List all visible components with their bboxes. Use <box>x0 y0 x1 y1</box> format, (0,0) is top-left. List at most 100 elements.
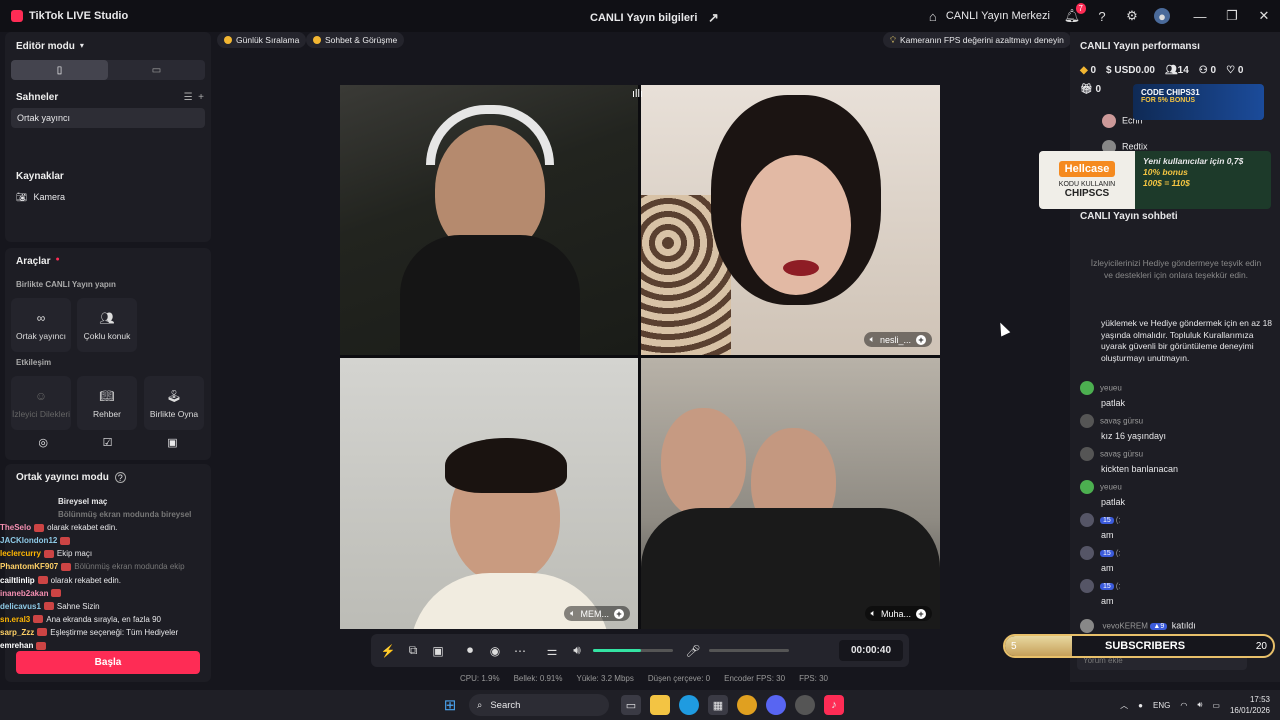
multiguest-tool[interactable]: 👥︎ Çoklu konuk <box>77 298 137 352</box>
wifi-icon[interactable]: ◠ <box>1180 701 1187 710</box>
maximize-button[interactable]: ❐ <box>1216 8 1248 24</box>
cpu-stat: CPU: 1.9% <box>460 674 500 683</box>
chrome-icon[interactable] <box>737 695 757 715</box>
editor-mode-dropdown[interactable]: Editör modu ▾ <box>16 41 84 52</box>
join-text: katıldı <box>1171 620 1196 631</box>
mic-slider[interactable] <box>709 649 789 652</box>
portrait-layout-button[interactable]: ▯ <box>11 60 108 80</box>
add-icon[interactable]: + <box>916 334 926 345</box>
tools-panel: Araçlar ● Birlikte CANLI Yayın yapın ∞ O… <box>5 248 211 460</box>
info-icon[interactable]: ? <box>114 472 126 483</box>
start-menu-icon[interactable]: ⊞ <box>440 695 460 715</box>
overlay-chat-line: sn.eral3 Ana ekranda sırayla, en fazla 90 <box>0 613 210 626</box>
chat-text: am <box>1101 530 1114 540</box>
video-tile-host[interactable] <box>340 85 638 355</box>
live-center-button[interactable]: ⌂ CANLI Yayın Merkezi <box>925 8 1050 24</box>
notification-badge: 7 <box>1075 3 1086 14</box>
chat-meet-chip[interactable]: Sohbet & Görüşme <box>306 32 405 48</box>
guide-tool[interactable]: 📖︎ Rehber <box>77 376 137 430</box>
guest-label-3[interactable]: 🔈︎ MEM... + <box>564 606 630 621</box>
steam-icon[interactable] <box>795 695 815 715</box>
checklist-icon[interactable]: ☑ <box>103 436 113 458</box>
fps-tip-chip[interactable]: 💡︎ Kameranın FPS değerini azaltmayı dene… <box>883 32 1071 48</box>
settings-button[interactable]: ⚙ <box>1124 8 1140 24</box>
minimize-button[interactable]: — <box>1184 9 1216 24</box>
landscape-layout-button[interactable]: ▭ <box>108 60 205 80</box>
guest-label-2[interactable]: 🔈︎ nesli_... + <box>863 332 932 347</box>
effects-icon[interactable]: ◉ <box>487 643 503 659</box>
mixer-icon[interactable]: ⚌ <box>544 643 560 659</box>
likes-metric: ♡ 0 <box>1226 65 1243 76</box>
volume-icon[interactable]: 🔊︎ <box>569 643 585 659</box>
overlay-chat-line: Bireysel maç <box>0 495 210 508</box>
chevron-up-icon[interactable]: ︿ <box>1120 700 1128 711</box>
list-icon[interactable]: ☰ <box>184 92 193 103</box>
discord-icon[interactable] <box>766 695 786 715</box>
taskbar-search[interactable]: ⌕ Search <box>469 694 609 716</box>
screen-icon[interactable]: ▣ <box>430 643 446 659</box>
mic-icon[interactable]: 🎤︎ <box>685 643 701 659</box>
viewers-icon: 👥︎ <box>1164 65 1178 76</box>
speaker-icon[interactable]: 🔊︎ <box>1197 700 1202 710</box>
video-tile-2[interactable]: 🔈︎ nesli_... + <box>641 85 940 355</box>
store-icon[interactable]: ▦ <box>708 695 728 715</box>
request-icon: ☺ <box>34 388 48 403</box>
source-camera[interactable]: 📷︎ Kamera <box>16 192 65 203</box>
edge-icon[interactable] <box>679 695 699 715</box>
speaker-icon: 🔈︎ <box>570 608 576 618</box>
tiktok-studio-icon[interactable]: ♪ <box>824 695 844 715</box>
box-icon[interactable]: ▣ <box>167 436 177 458</box>
together-title: Birlikte CANLI Yayın yapın <box>16 280 116 289</box>
live-info-button[interactable]: CANLI Yayın bilgileri ↗ <box>590 10 721 26</box>
video-tile-4[interactable]: 🔈︎ Muha... + <box>641 358 940 629</box>
help-button[interactable]: ? <box>1094 8 1110 24</box>
ranking-icon <box>224 36 232 44</box>
record-icon[interactable]: ⏺ <box>462 643 478 659</box>
clock[interactable]: 17:53 16/01/2026 <box>1230 694 1270 716</box>
chat-message: savaş gürsu kickten banlanacan <box>1080 447 1275 474</box>
task-view-icon[interactable]: ▭ <box>621 695 641 715</box>
daily-ranking-chip[interactable]: Günlük Sıralama <box>217 32 307 48</box>
scenes-header: Sahneler ☰ + <box>16 92 204 103</box>
layout-icon[interactable]: ⧉ <box>405 643 421 659</box>
language-indicator[interactable]: ENG <box>1153 701 1170 710</box>
editor-panel: Editör modu ▾ ▯ ▭ Sahneler ☰ + Ortak yay… <box>5 32 211 242</box>
dollar-icon: $ <box>1106 65 1112 76</box>
add-scene-icon[interactable]: + <box>198 92 204 103</box>
play-together-tool[interactable]: 🕹︎ Birlikte Oyna <box>144 376 204 430</box>
tray-app-icon[interactable]: ● <box>1138 701 1143 710</box>
chat-message: 15 (: am <box>1080 579 1275 606</box>
volume-slider[interactable] <box>593 649 673 652</box>
viewer-requests-tool[interactable]: ☺ İzleyici Dilekleri <box>11 376 71 430</box>
add-icon[interactable]: + <box>916 608 926 619</box>
scene-item[interactable]: Ortak yayıncı <box>11 108 205 128</box>
cohost-mode-header: Ortak yayıncı modu ? <box>16 472 126 483</box>
battery-icon[interactable]: ▭ <box>1212 701 1220 710</box>
usd-metric: $ USD0.00 <box>1106 65 1155 76</box>
hellcase-ad[interactable]: Hellcase KODU KULLANIN CHIPSCS Yeni kull… <box>1039 151 1271 209</box>
gift-icon <box>43 549 54 558</box>
profile-avatar[interactable]: ● <box>1154 8 1170 24</box>
video-preview[interactable]: 🔈︎ nesli_... + 🔈︎ MEM... + 🔈︎ Muha... + … <box>340 85 940 629</box>
video-tile-3[interactable]: 🔈︎ MEM... + <box>340 358 638 629</box>
lips <box>783 260 819 276</box>
overlay-chat-line: delicavus1 Sahne Sizin <box>0 600 210 613</box>
layout-toggle[interactable]: ▯ ▭ <box>11 60 205 80</box>
code-ad-banner[interactable]: CODE CHIPS31 FOR 5% BONUS <box>1133 84 1264 120</box>
cohost-tool[interactable]: ∞ Ortak yayıncı <box>11 298 71 352</box>
chat-username: yeueu <box>1100 383 1122 393</box>
file-explorer-icon[interactable] <box>650 695 670 715</box>
close-button[interactable]: ✕ <box>1248 8 1280 24</box>
chat-username: (: <box>1115 581 1121 591</box>
add-icon[interactable]: + <box>614 608 624 619</box>
notifications-button[interactable]: 🔔︎ 7 <box>1064 3 1086 24</box>
magic-icon[interactable]: ⚡ <box>380 643 396 659</box>
person-figure <box>661 408 746 518</box>
guest-label-4[interactable]: 🔈︎ Muha... + <box>864 606 932 621</box>
scenes-title: Sahneler <box>16 92 59 103</box>
start-button[interactable]: Başla <box>16 651 200 674</box>
poll-icon[interactable]: ◎ <box>38 436 48 458</box>
hellcase-offer-3: 100$ = 110$ <box>1143 178 1190 188</box>
more-icon[interactable]: ⋯ <box>512 643 528 659</box>
avatar <box>1080 480 1094 494</box>
